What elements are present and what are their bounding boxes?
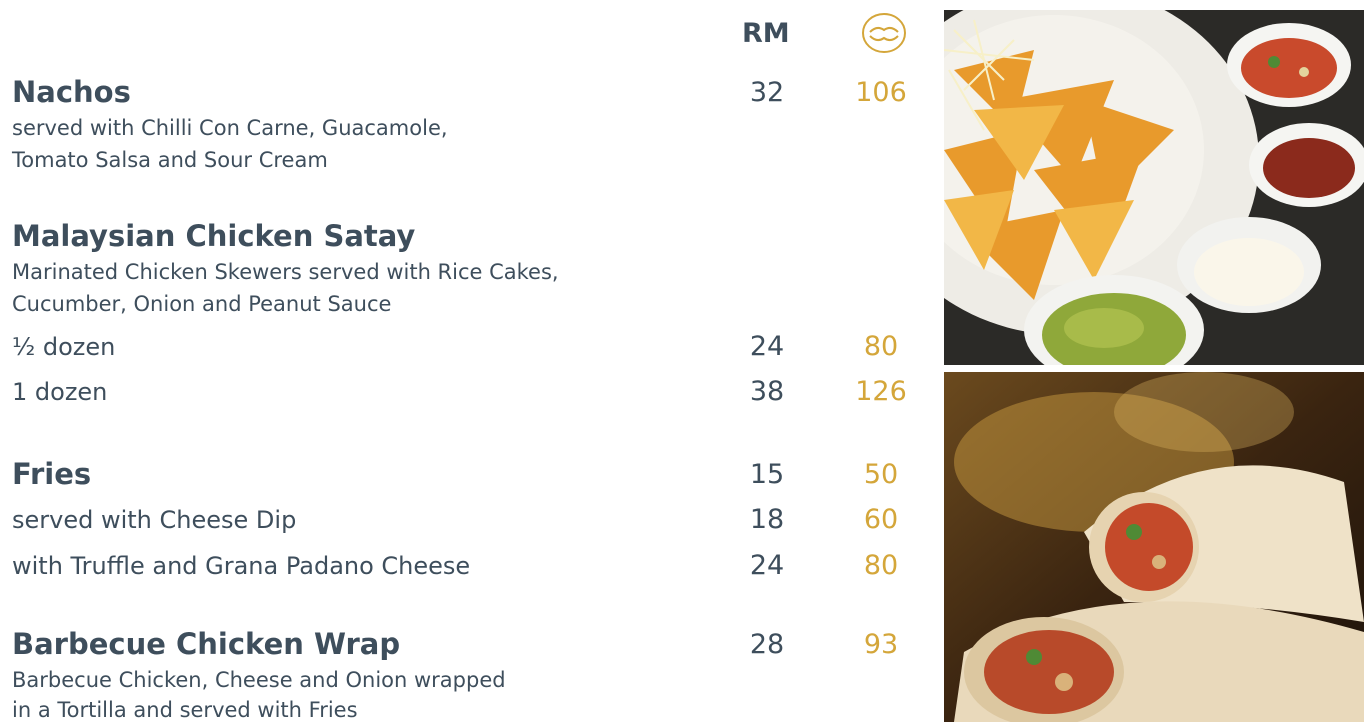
option-label-truffle: with Truffle and Grana Padano Cheese bbox=[12, 552, 471, 580]
option-label-dozen: 1 dozen bbox=[12, 378, 108, 406]
item-desc-wrap-1: Barbecue Chicken, Cheese and Onion wrapp… bbox=[12, 668, 506, 692]
price-rm-fries: 15 bbox=[749, 459, 785, 490]
price-points-wrap: 93 bbox=[863, 629, 899, 660]
item-desc-satay-1: Marinated Chicken Skewers served with Ri… bbox=[12, 260, 559, 284]
item-desc-wrap-2: in a Tortilla and served with Fries bbox=[12, 698, 358, 722]
price-points-truffle: 80 bbox=[863, 550, 899, 581]
points-logo-icon bbox=[861, 12, 907, 54]
item-desc-satay-2: Cucumber, Onion and Peanut Sauce bbox=[12, 292, 392, 316]
option-label-half-dozen: ½ dozen bbox=[12, 333, 116, 361]
price-rm-wrap: 28 bbox=[749, 629, 785, 660]
price-points-nachos: 106 bbox=[855, 77, 907, 108]
option-label-cheese-dip: served with Cheese Dip bbox=[12, 506, 297, 534]
item-title-satay: Malaysian Chicken Satay bbox=[12, 219, 416, 253]
menu-panel: RM Nachos 32 106 served with Chilli Con … bbox=[0, 0, 930, 722]
price-points-half-dozen: 80 bbox=[863, 331, 899, 362]
price-rm-truffle: 24 bbox=[749, 550, 785, 581]
price-points-fries: 50 bbox=[863, 459, 899, 490]
price-points-dozen: 126 bbox=[855, 376, 907, 407]
item-title-nachos: Nachos bbox=[12, 75, 131, 109]
item-title-wrap: Barbecue Chicken Wrap bbox=[12, 627, 401, 661]
item-title-fries: Fries bbox=[12, 457, 92, 491]
price-rm-nachos: 32 bbox=[749, 77, 785, 108]
item-desc-nachos-1: served with Chilli Con Carne, Guacamole, bbox=[12, 116, 448, 140]
price-rm-cheese-dip: 18 bbox=[749, 504, 785, 535]
rm-column-header: RM bbox=[742, 18, 790, 49]
chicken-wrap-photo bbox=[944, 372, 1364, 722]
price-rm-half-dozen: 24 bbox=[749, 331, 785, 362]
price-points-cheese-dip: 60 bbox=[863, 504, 899, 535]
item-desc-nachos-2: Tomato Salsa and Sour Cream bbox=[12, 148, 328, 172]
price-rm-dozen: 38 bbox=[749, 376, 785, 407]
nachos-photo bbox=[944, 10, 1364, 365]
